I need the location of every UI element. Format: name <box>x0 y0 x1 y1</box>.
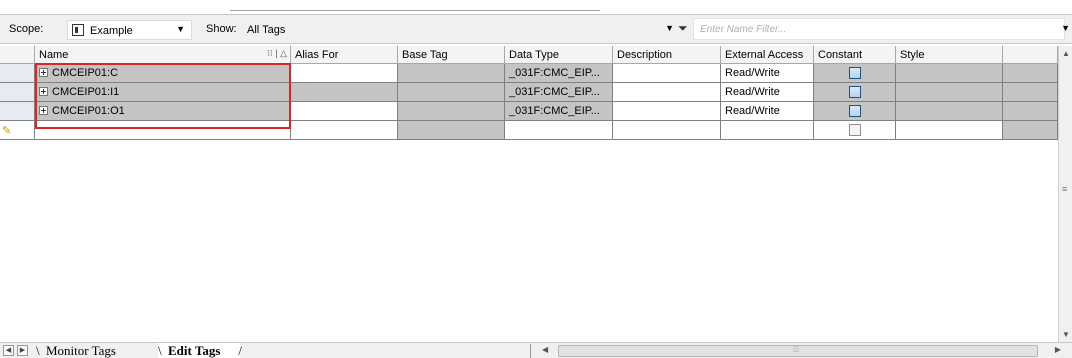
horizontal-scrollbar[interactable]: ◀ ⦙⦙⦙ ▶ <box>540 344 1065 358</box>
base-tag-cell <box>398 64 505 83</box>
tag-toolbar: Scope: Example ▼ Show: All Tags ▼ ⏷ ▼ <box>0 14 1072 44</box>
scroll-left-icon[interactable]: ◀ <box>542 345 548 354</box>
alias-for-cell[interactable] <box>291 102 398 121</box>
style-cell[interactable] <box>896 64 1003 83</box>
pencil-icon: ✎ <box>2 125 12 137</box>
alias-for-cell[interactable] <box>291 83 398 102</box>
grid-header: Name ⁝⁝ | △ Alias For Base Tag Data Type… <box>0 46 1058 64</box>
description-cell[interactable] <box>613 121 721 140</box>
description-cell[interactable] <box>613 83 721 102</box>
alias-for-cell[interactable] <box>291 121 398 140</box>
constant-checkbox[interactable] <box>848 67 861 79</box>
highlight-box <box>35 63 291 129</box>
tab-prev-icon[interactable]: ◀ <box>3 345 14 356</box>
scroll-grip-icon: ⦙⦙⦙ <box>793 344 800 354</box>
data-type-cell[interactable]: _031F:CMC_EIP... <box>505 102 613 121</box>
divider <box>230 10 600 11</box>
tab-bar: ◀ ▶ Monitor Tags Edit Tags ◀ ⦙⦙⦙ ▶ <box>0 342 1072 358</box>
description-cell[interactable] <box>613 64 721 83</box>
external-access-cell[interactable]: Read/Write <box>721 102 814 121</box>
column-header-external-access[interactable]: External Access <box>721 46 814 64</box>
column-header-description[interactable]: Description <box>613 46 721 64</box>
tab-edit-tags[interactable]: Edit Tags <box>158 343 242 358</box>
filler-cell <box>1003 121 1058 140</box>
scroll-thumb[interactable]: ⦙⦙⦙ <box>558 344 1038 357</box>
base-tag-cell <box>398 102 505 121</box>
data-type-cell[interactable] <box>505 121 613 140</box>
filler-cell <box>1003 102 1058 121</box>
show-label: Show: <box>206 23 237 35</box>
constant-cell <box>814 102 896 121</box>
constant-checkbox[interactable] <box>848 86 861 98</box>
filter-icon[interactable]: ⏷ <box>678 21 688 36</box>
external-access-cell[interactable]: Read/Write <box>721 83 814 102</box>
constant-checkbox[interactable] <box>848 124 861 136</box>
row-selector[interactable] <box>0 102 35 121</box>
base-tag-cell <box>398 83 505 102</box>
filler-cell <box>1003 64 1058 83</box>
column-header-base-tag[interactable]: Base Tag <box>398 46 505 64</box>
row-selector[interactable]: ✎ <box>0 121 35 140</box>
scope-label: Scope: <box>9 23 44 35</box>
scroll-up-icon[interactable]: ▲ <box>1062 49 1070 58</box>
scroll-grip-icon: ≡ <box>1062 184 1068 194</box>
name-filter-input[interactable] <box>694 19 1064 39</box>
dropdown-arrow-icon: ▼ <box>665 23 674 33</box>
alias-for-cell[interactable] <box>291 64 398 83</box>
column-header-name[interactable]: Name ⁝⁝ | △ <box>35 46 291 64</box>
divider <box>530 344 531 358</box>
data-type-cell[interactable]: _031F:CMC_EIP... <box>505 64 613 83</box>
style-cell[interactable] <box>896 121 1003 140</box>
constant-cell <box>814 83 896 102</box>
dropdown-arrow-icon: ▼ <box>176 24 185 34</box>
top-rule <box>0 0 1072 12</box>
row-selector[interactable] <box>0 83 35 102</box>
constant-cell <box>814 121 896 140</box>
show-dropdown[interactable]: All Tags ▼ <box>247 20 674 40</box>
scope-dropdown[interactable]: Example ▼ <box>67 20 192 40</box>
style-cell[interactable] <box>896 83 1003 102</box>
column-header-data-type[interactable]: Data Type <box>505 46 613 64</box>
scroll-down-icon[interactable]: ▼ <box>1062 330 1070 339</box>
column-header-constant[interactable]: Constant <box>814 46 896 64</box>
sort-icon[interactable]: ⁝⁝ | △ <box>267 48 287 59</box>
constant-checkbox[interactable] <box>848 105 861 117</box>
column-header-filler <box>1003 46 1058 64</box>
base-tag-cell <box>398 121 505 140</box>
show-value: All Tags <box>247 24 286 36</box>
column-header-style[interactable]: Style <box>896 46 1003 64</box>
scope-icon <box>72 24 84 36</box>
data-type-cell[interactable]: _031F:CMC_EIP... <box>505 83 613 102</box>
constant-cell <box>814 64 896 83</box>
name-filter-field[interactable] <box>693 18 1065 40</box>
style-cell[interactable] <box>896 102 1003 121</box>
row-selector[interactable] <box>0 64 35 83</box>
column-header-alias-for[interactable]: Alias For <box>291 46 398 64</box>
tab-monitor-tags[interactable]: Monitor Tags <box>34 343 160 358</box>
vertical-scrollbar[interactable]: ▲ ≡ ▼ <box>1058 46 1072 342</box>
external-access-cell[interactable] <box>721 121 814 140</box>
row-header-corner <box>0 46 35 64</box>
scope-value: Example <box>90 25 133 37</box>
filler-cell <box>1003 83 1058 102</box>
external-access-cell[interactable]: Read/Write <box>721 64 814 83</box>
description-cell[interactable] <box>613 102 721 121</box>
tab-next-icon[interactable]: ▶ <box>17 345 28 356</box>
scroll-right-icon[interactable]: ▶ <box>1055 345 1061 354</box>
dropdown-arrow-icon[interactable]: ▼ <box>1061 23 1070 33</box>
